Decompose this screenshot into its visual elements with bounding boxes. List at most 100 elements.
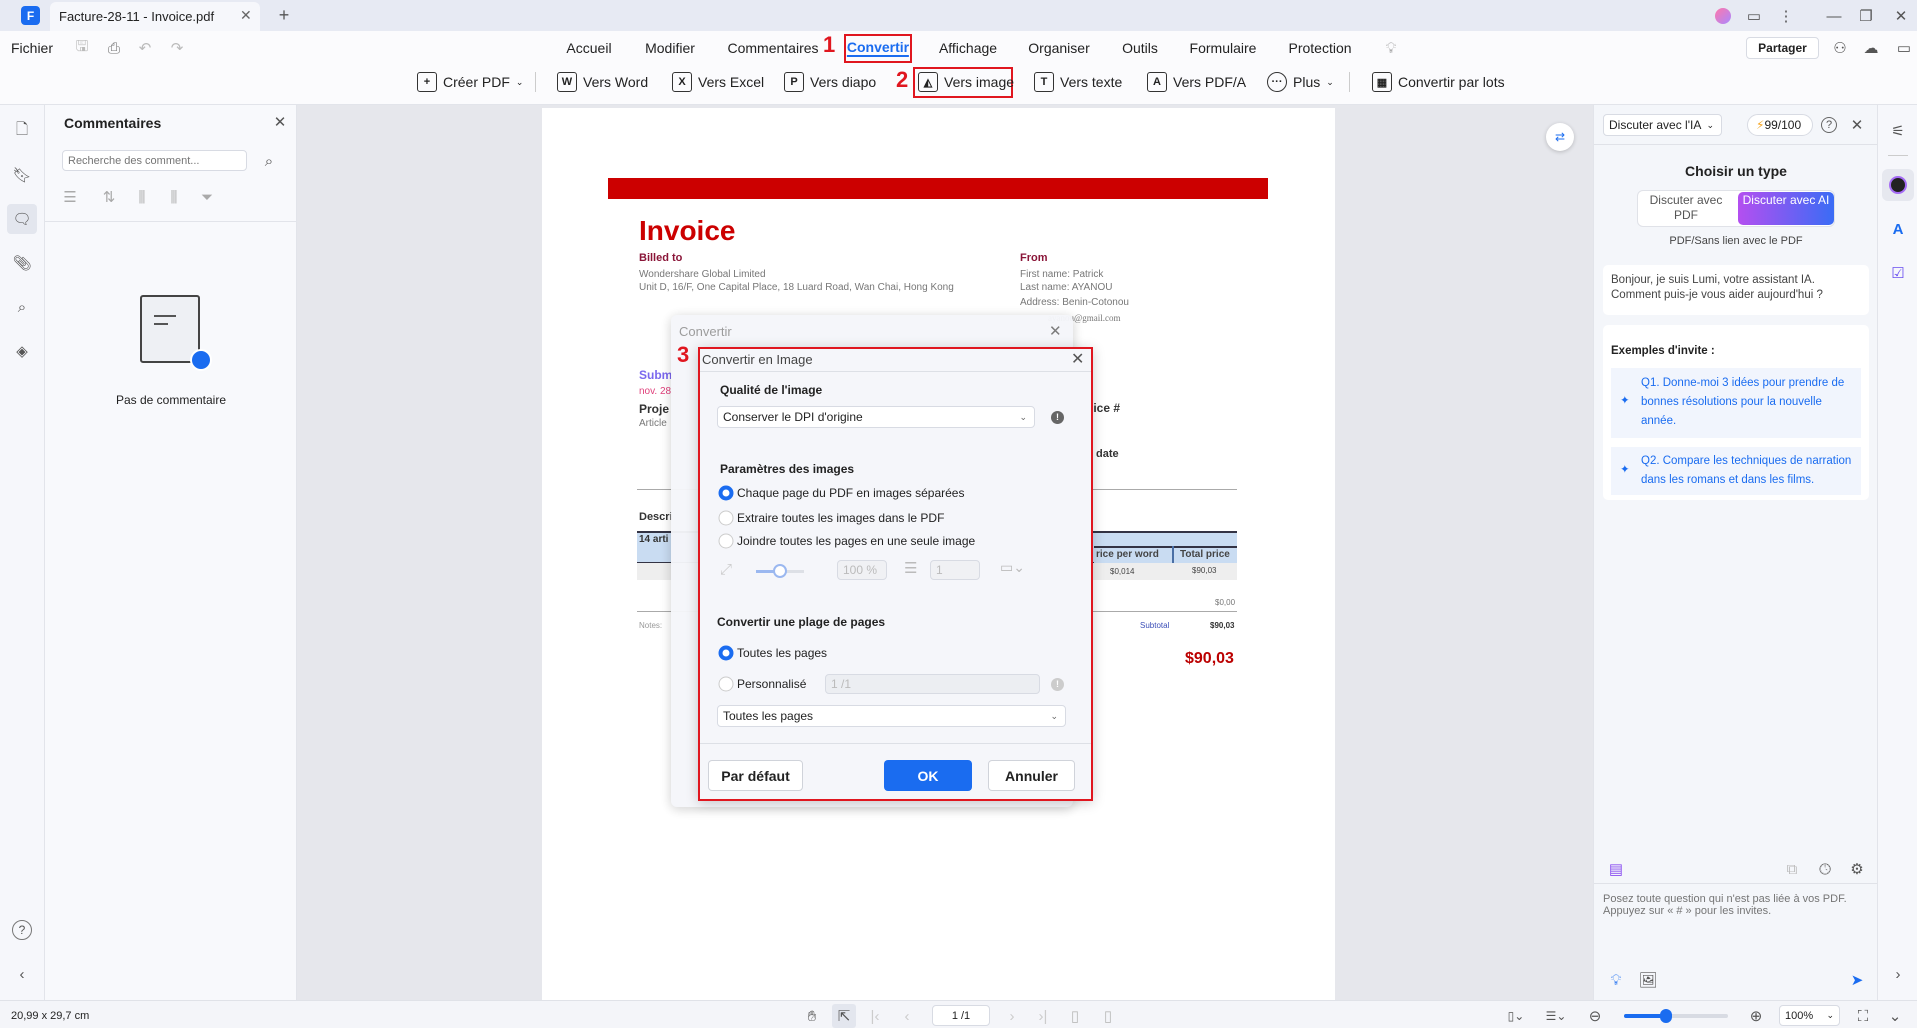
close-panel-icon[interactable]: ✕ [268,110,292,134]
fullscreen-icon[interactable]: ⛶ [1851,1004,1875,1028]
feedback-icon[interactable]: ▭ [1742,4,1766,28]
batch-convert-button[interactable]: ▦ Convertir par lots [1372,72,1505,92]
cloud-upload-icon[interactable]: ☁ [1859,36,1883,60]
zoom-slider[interactable] [1624,1009,1728,1023]
help-icon[interactable]: ? [12,920,32,940]
image-dialog-close-icon[interactable]: ✕ [1071,349,1084,369]
menu-file[interactable]: Fichier [11,40,53,56]
fit-width-icon[interactable]: ▯ [1096,1004,1120,1028]
scroll-mode-icon[interactable]: ☰⌄ [1544,1004,1568,1028]
more-vertical-icon[interactable]: ⋮ [1774,4,1798,28]
next-page-icon[interactable]: › [1000,1004,1024,1028]
prompt-library-icon[interactable]: ▤ [1604,857,1628,881]
all-pages-label[interactable]: Toutes les pages [737,646,827,660]
expand-icon[interactable]: ⫼ [130,185,154,209]
hand-tool-icon[interactable]: ✋︎ [800,1004,824,1028]
quality-select[interactable]: Conserver le DPI d'origine ⌄ [717,406,1035,428]
scale-input[interactable]: 100 % [837,560,887,580]
range-select[interactable]: Toutes les pages ⌄ [717,705,1066,727]
example-prompt-2[interactable]: ✦ Q2. Compare les techniques de narration… [1611,447,1861,495]
redo-icon[interactable]: ↷ [165,36,189,60]
ok-button[interactable]: OK [884,760,972,791]
history-icon[interactable]: 🕓︎ [1813,857,1837,881]
undo-icon[interactable]: ↶ [133,36,157,60]
attachment-icon[interactable]: 📎︎ [10,251,34,275]
image-upload-icon[interactable]: 🖼︎ [1636,968,1660,992]
to-excel-button[interactable]: X Vers Excel [672,72,764,92]
close-window-icon[interactable]: ✕ [1889,4,1913,28]
document-tab[interactable]: Facture-28-11 - Invoice.pdf ✕ [50,2,260,31]
cancel-button[interactable]: Annuler [988,760,1075,791]
layers-icon[interactable]: ◈ [10,339,34,363]
option-merge-pages-label[interactable]: Joindre toutes les pages en une seule im… [737,534,975,548]
option-merge-pages-radio[interactable] [718,533,734,549]
fit-page-icon[interactable]: ▯ [1063,1004,1087,1028]
select-tool-icon[interactable]: ⇱ [832,1004,856,1028]
zoom-out-icon[interactable]: ⊖ [1583,1004,1607,1028]
default-button[interactable]: Par défaut [708,760,803,791]
option-separate-images-label[interactable]: Chaque page du PDF en images séparées [737,486,964,500]
tab-outils[interactable]: Outils [1122,40,1158,56]
translate-floating-icon[interactable]: ⇄ [1546,123,1574,151]
copy-icon[interactable]: ⧉ [1780,857,1804,881]
tab-protection[interactable]: Protection [1288,40,1351,56]
print-icon[interactable]: ⎙ [102,36,126,60]
custom-range-label[interactable]: Personnalisé [737,677,806,691]
count-input[interactable]: 1 [930,560,980,580]
ai-mode-select[interactable]: Discuter avec l'IA ⌄ [1603,114,1722,136]
chat-pdf-option[interactable]: Discuter avec PDF [1644,193,1728,223]
ai-question-input[interactable] [1603,893,1869,953]
to-image-button[interactable]: ◭ Vers image [918,72,1014,92]
zoom-slider-thumb[interactable] [1659,1009,1672,1023]
example-prompt-1[interactable]: ✦ Q1. Donne-moi 3 idées pour prendre de b… [1611,368,1861,438]
option-extract-images-label[interactable]: Extraire toutes les images dans le PDF [737,511,944,525]
info-icon[interactable]: ! [1051,411,1064,424]
avatar[interactable] [1711,4,1735,28]
tab-organiser[interactable]: Organiser [1028,40,1089,56]
close-ai-panel-icon[interactable]: ✕ [1845,113,1869,137]
filter-icon[interactable]: ⏷ [195,185,219,209]
restore-icon[interactable]: ❐ [1854,4,1878,28]
tab-formulaire[interactable]: Formulaire [1190,40,1257,56]
last-page-icon[interactable]: ›| [1031,1004,1055,1028]
share-button[interactable]: Partager [1746,37,1819,59]
custom-range-radio[interactable] [718,676,734,692]
comments-search-input[interactable] [62,150,247,171]
option-separate-images-radio[interactable] [718,485,734,501]
tab-accueil[interactable]: Accueil [566,40,611,56]
help-icon[interactable]: ? [1821,117,1837,133]
more-button[interactable]: ··· Plus ⌄ [1267,72,1334,92]
adjust-settings-icon[interactable]: ⚟ [1886,119,1910,143]
option-extract-images-radio[interactable] [718,510,734,526]
page-view-icon[interactable]: ▯⌄ [1504,1004,1528,1028]
collapse-icon[interactable]: ⫼ [162,185,186,209]
zoom-in-icon[interactable]: ⊕ [1744,1004,1768,1028]
page-layout-icon[interactable]: ▭⌄ [1000,559,1025,576]
send-icon[interactable]: ➤ [1845,968,1869,992]
custom-range-input[interactable]: 1 /1 [825,674,1040,694]
check-task-icon[interactable]: ☑ [1886,261,1910,285]
tab-close-icon[interactable]: ✕ [240,7,252,24]
to-text-button[interactable]: T Vers texte [1034,72,1122,92]
sort-icon[interactable]: ⇅ [97,185,121,209]
to-slides-button[interactable]: P Vers diapo [784,72,876,92]
info-icon[interactable]: ! [1051,678,1064,691]
scale-slider-thumb[interactable] [773,564,787,578]
search-icon[interactable]: ⌕ [10,295,34,319]
translate-icon[interactable]: A [1886,217,1910,241]
prev-page-icon[interactable]: ‹ [895,1004,919,1028]
zoom-input[interactable]: 100% ⌄ [1779,1005,1840,1026]
list-icon[interactable]: ☰ [58,185,82,209]
to-pdfa-button[interactable]: A Vers PDF/A [1147,72,1246,92]
page-input[interactable]: 1 /1 [932,1005,990,1026]
bookmark-icon[interactable]: 🔖︎ [10,163,34,187]
lightbulb-icon[interactable]: 💡︎ [1379,36,1403,60]
chat-ai-option[interactable]: Discuter avec AI [1738,192,1834,225]
panel-toggle-icon[interactable]: ▭ [1892,36,1916,60]
comment-icon[interactable]: 🗨 [7,204,37,234]
credits-badge[interactable]: ⚡︎ 99/100 [1747,114,1813,136]
status-menu-icon[interactable]: ⌄ [1883,1004,1907,1028]
create-pdf-button[interactable]: + Créer PDF ⌄ [417,72,523,92]
page-icon[interactable]: 🗋 [10,119,34,143]
to-word-button[interactable]: W Vers Word [557,72,648,92]
